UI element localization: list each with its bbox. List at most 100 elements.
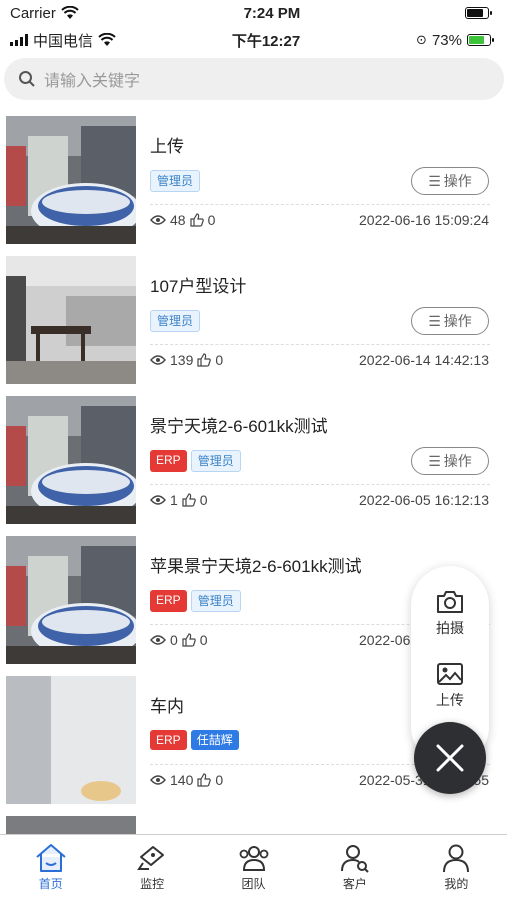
shoot-label: 拍摄: [436, 620, 464, 636]
thumbs-up-icon: [197, 353, 212, 367]
thumbs-up-icon: [182, 633, 196, 647]
item-stats: 0 0: [150, 632, 208, 648]
admin-tag: 管理员: [150, 170, 201, 192]
like-count: 0: [215, 352, 224, 368]
thumbnail-image[interactable]: [6, 676, 136, 804]
tab-home-label: 首页: [38, 877, 63, 891]
list-item[interactable]: 107户型设计 管理员 ☰ 操作 139 0 2022-06-14 14:42:1…: [0, 252, 507, 392]
item-stats: 1 0: [150, 492, 208, 508]
list-icon: ☰: [428, 312, 441, 329]
tab-monitor-label: 监控: [140, 877, 165, 891]
item-tags: 管理员: [150, 310, 201, 332]
list-item[interactable]: 上传 管理员 ☰ 操作 48 0 2022-06-16 15:09:24: [0, 112, 507, 252]
tab-monitor[interactable]: 监控: [101, 835, 202, 900]
tab-team-label: 团队: [241, 877, 266, 891]
tab-profile-label: 我的: [444, 877, 469, 891]
eye-icon: [150, 355, 166, 365]
search-bar[interactable]: 请输入关键字: [4, 58, 504, 100]
battery-icon: [464, 7, 492, 19]
item-tags: 管理员: [150, 170, 201, 192]
owner-tag: 任喆辉: [190, 730, 239, 750]
thumbs-up-icon: [189, 213, 204, 227]
divider: [150, 204, 490, 205]
view-count: 139: [170, 352, 194, 368]
tab-team[interactable]: 团队: [203, 835, 304, 900]
bottom-tab-bar: 首页 监控 团队 客户 我的: [0, 834, 507, 900]
close-icon: [436, 744, 464, 772]
like-count: 0: [207, 212, 216, 228]
search-input[interactable]: 请输入关键字: [44, 67, 140, 91]
item-title: 107户型设计: [150, 277, 247, 296]
list-icon: ☰: [428, 172, 441, 189]
team-icon: [239, 846, 268, 871]
item-title: 苹果景宁天境2-6-601kk测试: [150, 557, 362, 576]
admin-tag: 管理员: [190, 590, 241, 612]
phone-carrier: 中国电信: [33, 32, 94, 50]
upload-label: 上传: [436, 692, 464, 708]
item-stats: 139 0: [150, 352, 223, 368]
charging-battery-icon: [466, 34, 494, 46]
like-count: 0: [199, 632, 208, 648]
eye-icon: [150, 495, 166, 505]
operate-button[interactable]: ☰ 操作: [411, 447, 489, 475]
tab-customer[interactable]: 客户: [304, 835, 405, 900]
wifi-icon: [61, 6, 79, 19]
eye-icon: [150, 775, 166, 785]
item-date: 2022-06-16 15:09:24: [359, 212, 489, 228]
profile-icon: [443, 844, 470, 873]
simulator-status-bar: Carrier 7:24 PM: [0, 0, 507, 26]
status-time: 7:24 PM: [243, 4, 301, 22]
item-title: 车内: [150, 697, 184, 716]
item-title: 上传: [150, 137, 184, 156]
image-icon: [437, 663, 463, 685]
view-count: 0: [170, 632, 178, 648]
thumbnail-image[interactable]: [6, 256, 136, 384]
admin-tag: 管理员: [190, 450, 241, 472]
phone-status-bar: 中国电信 下午12:27 ⊙ 73%: [0, 26, 507, 54]
list-item[interactable]: 景宁天境2-6-601kk测试 ERP 管理员 ☰ 操作 1 0 2022-06-…: [0, 392, 507, 532]
divider: [150, 484, 490, 485]
like-count: 0: [215, 772, 224, 788]
item-date: 2022-06-05 16:12:13: [359, 492, 489, 508]
signal-icon: [10, 34, 28, 46]
search-icon: [19, 71, 35, 87]
view-count: 1: [170, 492, 178, 508]
tab-home[interactable]: 首页: [0, 835, 101, 900]
item-title: 景宁天境2-6-601kk测试: [150, 417, 328, 436]
camera-icon: [437, 591, 463, 613]
eye-icon: [150, 635, 166, 645]
home-icon: [36, 844, 66, 872]
item-tags: ERP 任喆辉: [150, 730, 239, 750]
list-icon: ☰: [428, 452, 441, 469]
shoot-button[interactable]: 拍摄: [411, 590, 489, 638]
item-date: 2022-06-14 14:42:13: [359, 352, 489, 368]
thumbs-up-icon: [182, 493, 196, 507]
item-tags: ERP 管理员: [150, 450, 241, 472]
fab-close-button[interactable]: [414, 722, 486, 794]
eye-icon: [150, 215, 166, 225]
view-count: 140: [170, 772, 194, 788]
status-carrier: Carrier: [10, 4, 56, 22]
rotation-lock-icon: ⊙: [416, 32, 427, 47]
thumbnail-image[interactable]: [6, 536, 136, 664]
item-stats: 140 0: [150, 772, 223, 788]
item-tags: ERP 管理员: [150, 590, 241, 612]
view-count: 48: [170, 212, 186, 228]
erp-tag: ERP: [150, 450, 187, 472]
thumbs-up-icon: [197, 773, 212, 787]
thumbnail-image[interactable]: [6, 116, 136, 244]
customer-icon: [340, 845, 369, 873]
operate-button[interactable]: ☰ 操作: [411, 307, 489, 335]
divider: [150, 344, 490, 345]
wifi-icon: [98, 33, 116, 46]
thumbnail-image[interactable]: [6, 396, 136, 524]
battery-percent: 73%: [431, 31, 462, 49]
tab-profile[interactable]: 我的: [406, 835, 507, 900]
tab-customer-label: 客户: [342, 877, 367, 891]
item-stats: 48 0: [150, 212, 215, 228]
erp-tag: ERP: [150, 730, 187, 750]
admin-tag: 管理员: [150, 310, 201, 332]
upload-button[interactable]: 上传: [411, 662, 489, 710]
operate-button[interactable]: ☰ 操作: [411, 167, 489, 195]
phone-time: 下午12:27: [231, 32, 301, 50]
